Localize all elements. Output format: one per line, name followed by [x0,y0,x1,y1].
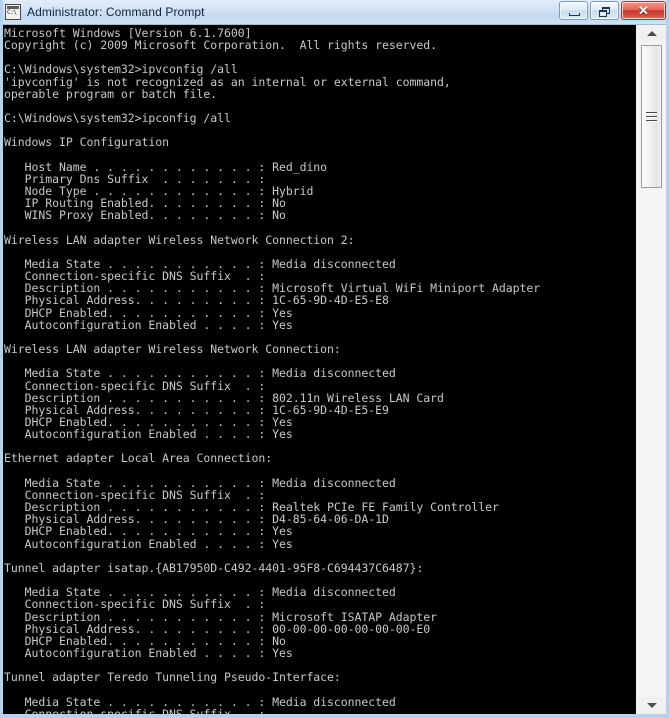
title-bar[interactable]: Administrator: Command Prompt ✕ [3,0,666,25]
caption-buttons: ✕ [559,1,666,20]
scrollbar-grip-icon [646,111,657,123]
console-output-area[interactable]: Microsoft Windows [Version 6.1.7600] Cop… [3,25,635,714]
command-prompt-window: Administrator: Command Prompt ✕ Microsof… [0,0,669,718]
restore-button[interactable] [590,1,619,20]
scroll-up-arrow[interactable] [637,25,666,42]
minimize-icon [569,13,580,16]
console-text: Microsoft Windows [Version 6.1.7600] Cop… [4,26,541,714]
close-icon: ✕ [638,3,649,18]
command-prompt-icon [5,4,21,20]
vertical-scrollbar[interactable] [635,25,666,714]
scroll-down-arrow[interactable] [637,697,666,714]
triangle-down-icon [646,703,657,708]
minimize-button[interactable] [559,1,588,20]
scrollbar-thumb[interactable] [641,45,662,188]
window-title: Administrator: Command Prompt [27,5,205,19]
triangle-up-icon [646,31,657,36]
console-client-area: Microsoft Windows [Version 6.1.7600] Cop… [3,25,666,714]
close-button[interactable]: ✕ [621,1,666,20]
restore-icon-front [599,10,607,17]
